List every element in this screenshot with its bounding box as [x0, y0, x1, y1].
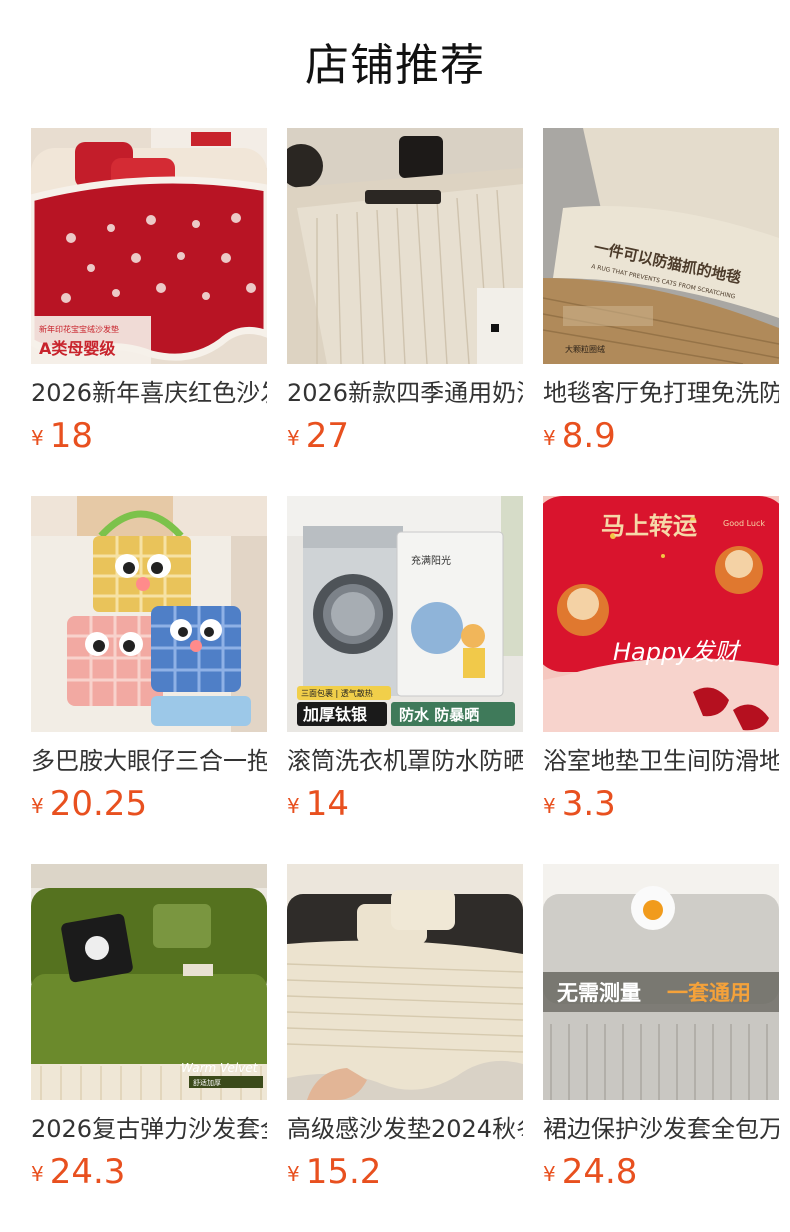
- product-name[interactable]: 2026复古弹力沙发套全包: [31, 1112, 267, 1146]
- currency-symbol: ¥: [31, 1162, 44, 1186]
- product-card[interactable]: Warm Velvet 舒适加厚 2026复古弹力沙发套全包 ¥24.3: [31, 864, 267, 1204]
- product-image[interactable]: Warm Velvet 舒适加厚: [31, 864, 267, 1100]
- product-price: ¥3.3: [543, 784, 616, 824]
- product-image[interactable]: 充满阳光 三面包裹 | 透气散热 加厚钛银 防水 防暴晒: [287, 496, 523, 732]
- product-card[interactable]: 充满阳光 三面包裹 | 透气散热 加厚钛银 防水 防暴晒 滚筒洗衣机罩防水防晒罩…: [287, 496, 523, 836]
- image-caption: 新年印花宝宝绒沙发垫: [39, 324, 119, 334]
- product-name[interactable]: 多巴胺大眼仔三合一抱枕被: [31, 744, 267, 778]
- image-caption: 一套通用: [667, 981, 751, 1005]
- price-value: 8.9: [561, 416, 616, 456]
- product-price: ¥14: [287, 784, 349, 824]
- image-caption: Warm Velvet: [181, 1061, 259, 1075]
- price-value: 20.25: [49, 784, 148, 824]
- currency-symbol: ¥: [287, 426, 300, 450]
- currency-symbol: ¥: [543, 426, 556, 450]
- product-card[interactable]: 新年印花宝宝绒沙发垫 A类母婴级 2026新年喜庆红色沙发垫 ¥18: [31, 128, 267, 468]
- image-caption: 加厚钛银: [302, 705, 368, 724]
- product-card[interactable]: 马上转运 Good Luck Happy发财 浴室地垫卫生间防滑地垫 ¥3.3: [543, 496, 779, 836]
- product-image[interactable]: 马上转运 Good Luck Happy发财: [543, 496, 779, 732]
- price-value: 3.3: [561, 784, 616, 824]
- product-image[interactable]: 新年印花宝宝绒沙发垫 A类母婴级: [31, 128, 267, 364]
- currency-symbol: ¥: [31, 794, 44, 818]
- image-caption: 充满阳光: [411, 554, 451, 567]
- product-price: ¥18: [31, 416, 93, 456]
- image-caption: Happy发财: [613, 638, 741, 666]
- product-name[interactable]: 2026新年喜庆红色沙发垫: [31, 376, 267, 410]
- product-card[interactable]: 高级感沙发垫2024秋冬款 ¥15.2: [287, 864, 523, 1204]
- image-caption: 舒适加厚: [193, 1078, 221, 1087]
- product-price: ¥24.3: [31, 1152, 125, 1192]
- image-caption: 三面包裹 | 透气散热: [301, 688, 373, 698]
- product-image[interactable]: 无需测量 一套通用: [543, 864, 779, 1100]
- product-price: ¥8.9: [543, 416, 616, 456]
- section-title: 店铺推荐: [305, 40, 485, 91]
- product-price: ¥24.8: [543, 1152, 637, 1192]
- product-price: ¥27: [287, 416, 349, 456]
- product-image[interactable]: [31, 496, 267, 732]
- product-price: ¥15.2: [287, 1152, 381, 1192]
- currency-symbol: ¥: [31, 426, 44, 450]
- product-image[interactable]: 一件可以防猫抓的地毯 A RUG THAT PREVENTS CATS FROM…: [543, 128, 779, 364]
- image-caption: 无需测量: [557, 981, 641, 1005]
- product-card[interactable]: 无需测量 一套通用 裙边保护沙发套全包万能套 ¥24.8: [543, 864, 779, 1204]
- product-name[interactable]: 滚筒洗衣机罩防水防晒罩: [287, 744, 523, 778]
- price-value: 15.2: [305, 1152, 382, 1192]
- product-name[interactable]: 2026新款四季通用奶油风沙发垫: [287, 376, 523, 410]
- currency-symbol: ¥: [287, 794, 300, 818]
- product-card[interactable]: 一件可以防猫抓的地毯 A RUG THAT PREVENTS CATS FROM…: [543, 128, 779, 468]
- product-image[interactable]: [287, 864, 523, 1100]
- price-value: 24.3: [49, 1152, 126, 1192]
- currency-symbol: ¥: [543, 794, 556, 818]
- image-caption: 大颗粒圈绒: [565, 344, 605, 354]
- price-value: 14: [305, 784, 349, 824]
- product-name[interactable]: 浴室地垫卫生间防滑地垫: [543, 744, 779, 778]
- product-price: ¥20.25: [31, 784, 147, 824]
- currency-symbol: ¥: [287, 1162, 300, 1186]
- image-caption: 防水 防暴晒: [399, 706, 479, 724]
- image-caption: Good Luck: [723, 519, 765, 528]
- product-name[interactable]: 高级感沙发垫2024秋冬款: [287, 1112, 523, 1146]
- product-name[interactable]: 裙边保护沙发套全包万能套: [543, 1112, 779, 1146]
- product-name[interactable]: 地毯客厅免打理免洗防猫抓地毯: [543, 376, 779, 410]
- price-value: 18: [49, 416, 93, 456]
- currency-symbol: ¥: [543, 1162, 556, 1186]
- product-card[interactable]: 2026新款四季通用奶油风沙发垫 ¥27: [287, 128, 523, 468]
- product-image[interactable]: [287, 128, 523, 364]
- price-value: 24.8: [561, 1152, 638, 1192]
- product-card[interactable]: 多巴胺大眼仔三合一抱枕被 ¥20.25: [31, 496, 267, 836]
- image-caption: 马上转运: [601, 512, 697, 540]
- image-caption: A类母婴级: [39, 339, 116, 358]
- price-value: 27: [305, 416, 349, 456]
